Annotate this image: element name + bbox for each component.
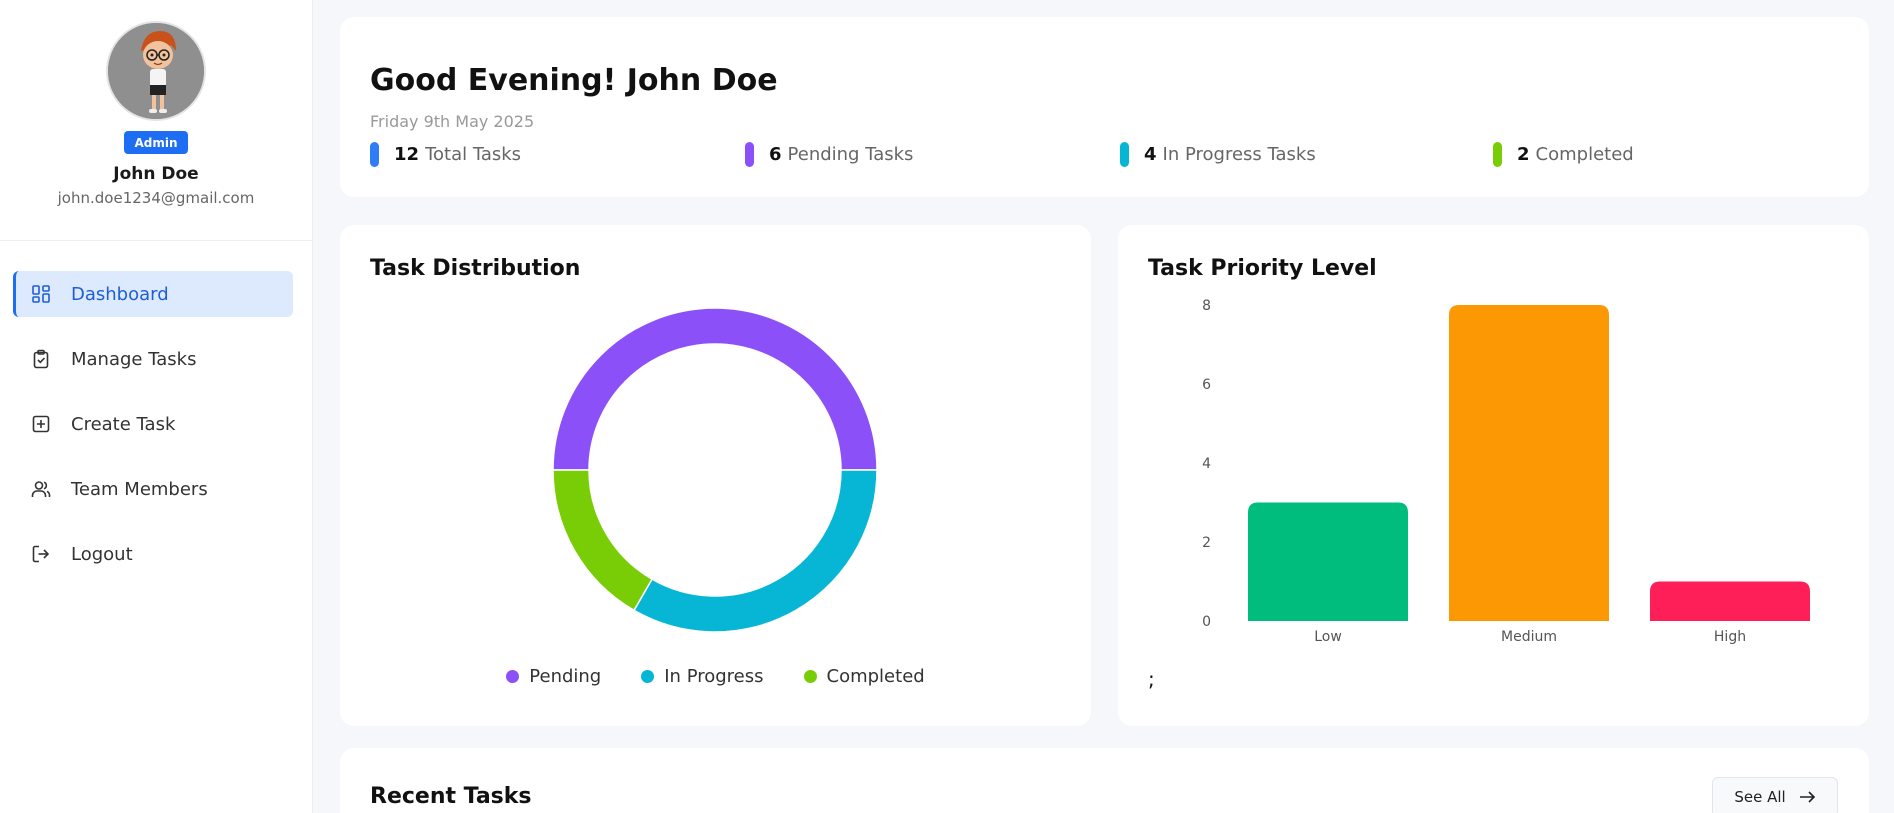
- recent-tasks-card: Recent Tasks See All: [340, 748, 1869, 813]
- legend-item: Completed: [803, 666, 925, 687]
- sidebar-nav: Dashboard Manage Tasks Create Task Team …: [13, 271, 293, 596]
- stat-color-bar: [370, 141, 379, 167]
- stat-pending-tasks: 6 Pending Tasks: [745, 141, 913, 167]
- bar-high: [1650, 581, 1810, 621]
- bar-medium: [1449, 305, 1609, 621]
- stray-text: ;: [1148, 667, 1155, 691]
- sidebar-item-team-members[interactable]: Team Members: [13, 466, 293, 512]
- stat-color-bar: [1493, 141, 1502, 167]
- user-name: John Doe: [113, 164, 199, 184]
- avatar: [106, 21, 206, 121]
- greeting-title: Good Evening! John Doe: [370, 63, 778, 98]
- y-tick-label: 4: [1202, 456, 1211, 472]
- plus-square-icon: [31, 414, 51, 434]
- donut-slice-completed: [552, 469, 654, 612]
- clipboard-check-icon: [31, 349, 51, 369]
- stat-label: In Progress Tasks: [1162, 143, 1316, 165]
- task-distribution-card: Task Distribution Pending In Progress Comp…: [340, 225, 1091, 726]
- stat-label: Total Tasks: [425, 143, 522, 165]
- sidebar: Admin John Doe john.doe1234@gmail.com Da…: [0, 0, 313, 813]
- sidebar-item-create-task[interactable]: Create Task: [13, 401, 293, 447]
- x-tick-label: Low: [1314, 629, 1342, 645]
- arrow-right-icon: [1799, 791, 1815, 803]
- legend-dot: [641, 670, 655, 683]
- y-tick-label: 8: [1202, 298, 1211, 314]
- legend-label: Pending: [529, 666, 602, 687]
- task-priority-bar-chart: 0 2 4 6 8 Low Medium High: [1202, 298, 1810, 645]
- stat-label: Pending Tasks: [787, 143, 914, 165]
- stat-value: 2: [1517, 143, 1530, 165]
- stat-completed-tasks: 2 Completed: [1493, 141, 1634, 167]
- user-email: john.doe1234@gmail.com: [57, 189, 255, 207]
- logout-icon: [31, 544, 51, 564]
- sidebar-item-manage-tasks[interactable]: Manage Tasks: [13, 336, 293, 382]
- chart-legend: Pending In Progress Completed: [340, 666, 1091, 687]
- y-tick-label: 0: [1202, 614, 1211, 630]
- legend-item: In Progress: [641, 666, 764, 687]
- x-tick-label: High: [1714, 629, 1746, 645]
- task-priority-card: Task Priority Level 0 2 4 6 8 Low Medium High ;: [1118, 225, 1869, 726]
- stat-in-progress-tasks: 4 In Progress Tasks: [1120, 141, 1316, 167]
- sidebar-item-label: Manage Tasks: [71, 348, 197, 370]
- role-badge: Admin: [124, 131, 188, 154]
- current-date: Friday 9th May 2025: [370, 112, 535, 131]
- legend-label: Completed: [826, 666, 925, 687]
- legend-dot: [803, 670, 817, 683]
- stat-value: 4: [1144, 143, 1157, 165]
- donut-slice-pending: [552, 307, 878, 471]
- card-title: Task Distribution: [370, 256, 581, 281]
- users-icon: [31, 479, 51, 499]
- stat-label: Completed: [1535, 143, 1634, 165]
- sidebar-item-label: Logout: [71, 543, 133, 565]
- see-all-label: See All: [1734, 788, 1786, 806]
- legend-item: Pending: [506, 666, 601, 687]
- y-tick-label: 6: [1202, 377, 1211, 393]
- sidebar-item-logout[interactable]: Logout: [13, 531, 293, 577]
- sidebar-item-label: Create Task: [71, 413, 176, 435]
- stat-value: 12: [394, 143, 420, 165]
- profile-section: Admin John Doe john.doe1234@gmail.com: [0, 0, 312, 241]
- stat-value: 6: [769, 143, 782, 165]
- stat-color-bar: [745, 141, 754, 167]
- donut-slice-in-progress: [632, 469, 878, 633]
- legend-label: In Progress: [664, 666, 764, 687]
- see-all-button[interactable]: See All: [1712, 777, 1838, 813]
- sidebar-item-label: Team Members: [71, 478, 208, 500]
- sidebar-item-label: Dashboard: [71, 283, 169, 305]
- dashboard-icon: [31, 284, 51, 304]
- greeting-card: Good Evening! John Doe Friday 9th May 20…: [340, 17, 1869, 197]
- legend-dot: [506, 670, 520, 683]
- bar-low: [1248, 502, 1408, 621]
- task-distribution-donut-chart: [552, 307, 878, 633]
- stat-total-tasks: 12 Total Tasks: [370, 141, 521, 167]
- y-tick-label: 2: [1202, 535, 1211, 551]
- avatar-image: [108, 23, 204, 119]
- sidebar-item-dashboard[interactable]: Dashboard: [13, 271, 293, 317]
- x-tick-label: Medium: [1501, 629, 1557, 645]
- stat-color-bar: [1120, 141, 1129, 167]
- card-title: Recent Tasks: [370, 784, 532, 809]
